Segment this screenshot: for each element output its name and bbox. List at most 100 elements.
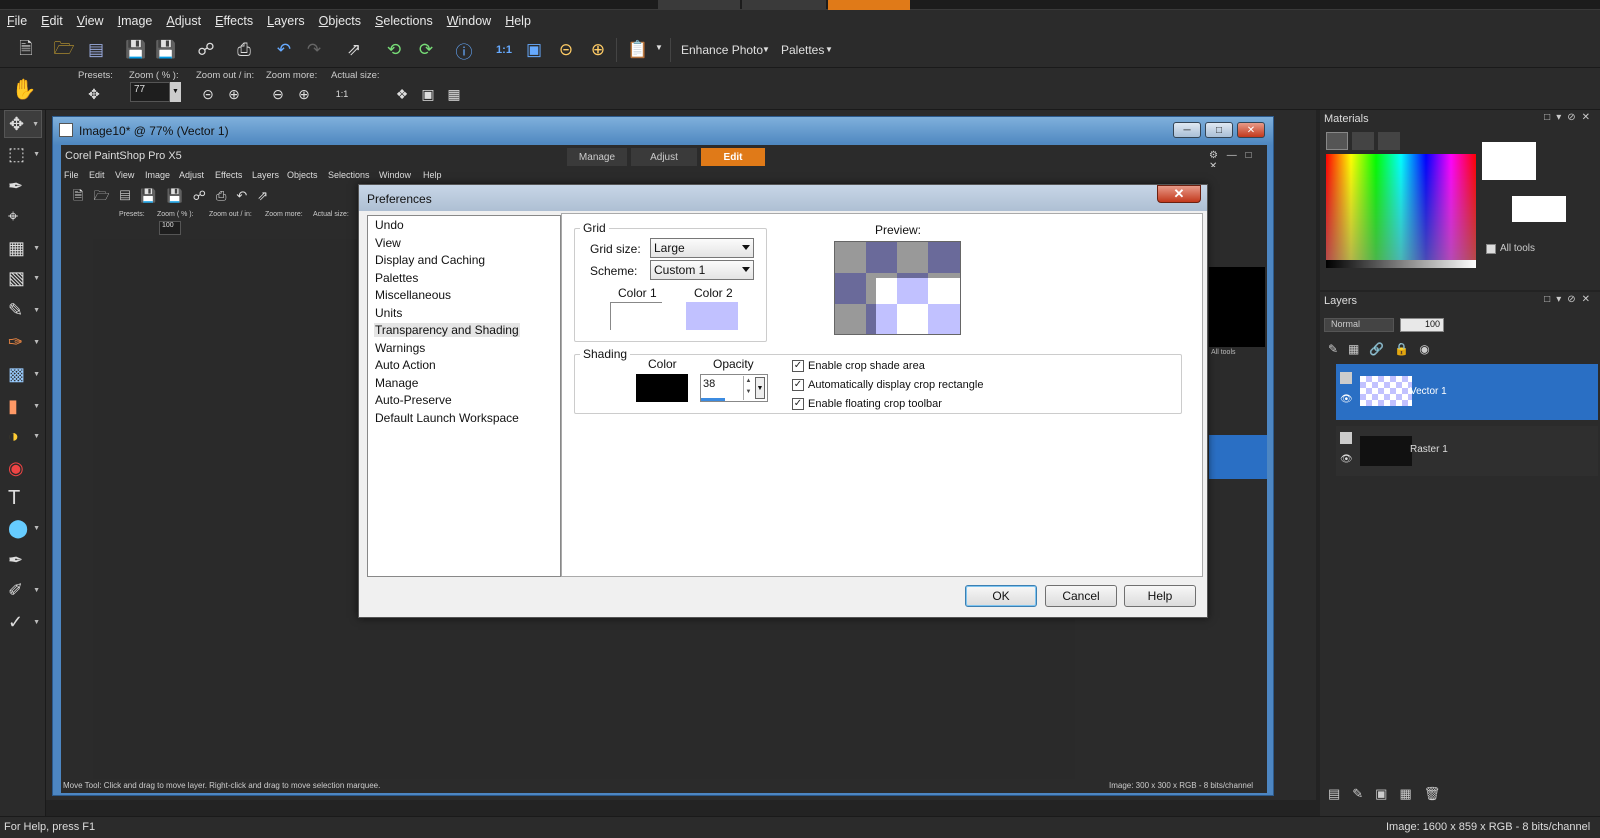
fit-all-icon[interactable]: ▦ [444,84,464,104]
shading-color-swatch[interactable] [636,374,688,402]
menu-help[interactable]: Help [498,14,538,28]
tab-adjust[interactable] [742,0,826,10]
actual-size-icon[interactable]: 1:1 [332,84,352,104]
zoom-more-out-icon[interactable]: ⊖ [268,84,288,104]
inner-tab-manage[interactable]: Manage [567,148,627,166]
color1-swatch[interactable] [610,302,662,330]
dodge-tool-icon[interactable]: ✓ ▼ [4,608,42,636]
pan-tool-icon[interactable]: ✋ [4,72,44,106]
actual-size-icon[interactable]: 1:1 [492,38,516,62]
paste-dropdown-icon[interactable]: ▼ [655,43,663,52]
brush-tool-icon[interactable]: ✐ ▼ [4,576,42,604]
inner-menu-file[interactable]: File [64,170,79,180]
zoom-out-icon[interactable]: ⊝ [198,84,218,104]
menu-image[interactable]: Image [111,14,160,28]
presets-icon[interactable]: ✥ [84,84,104,104]
inner-menu-effects[interactable]: Effects [215,170,242,180]
makeover-tool-icon[interactable]: ✑ ▼ [4,328,42,356]
save-icon[interactable]: 💾 [124,38,148,62]
category-transparency-shading[interactable]: Transparency and Shading [374,323,520,337]
layer-opacity-input[interactable]: 100 [1400,318,1444,332]
move-tool-icon[interactable]: ✥ ▼ [4,110,42,138]
zoom-dropdown[interactable]: ▼ [170,82,181,102]
menu-adjust[interactable]: Adjust [159,14,208,28]
color-spectrum[interactable] [1326,154,1476,266]
image-window-titlebar[interactable]: Image10* @ 77% (Vector 1) ─ □ ✕ [53,117,1273,145]
auto-crop-rect-checkbox[interactable]: ✓ [792,379,804,391]
tab-edit[interactable] [828,0,910,10]
inner-menu-edit[interactable]: Edit [89,170,105,180]
rainbow-tab[interactable] [1352,132,1374,150]
share-icon[interactable]: ☍ [194,38,218,62]
inner-zoom-input[interactable]: 100 [159,221,181,235]
category-manage[interactable]: Manage [374,376,419,390]
inner-menu-help[interactable]: Help [423,170,442,180]
category-view[interactable]: View [374,236,402,250]
opacity-spinner[interactable]: ▲ ▼ [743,376,753,400]
fit-icon[interactable]: ▣ [522,38,546,62]
scan-icon[interactable]: ▤ [84,38,108,62]
perspective-tool-icon[interactable]: ▧ ▼ [4,264,42,292]
inner-menu-view[interactable]: View [115,170,134,180]
layer-row[interactable]: 👁 Raster 1 [1336,426,1598,476]
resize-icon[interactable]: ⇗ [342,38,366,62]
print-icon[interactable]: ⎙ [232,38,256,62]
inner-toolbar-icons[interactable]: 🗎🗁▤💾💾☍⎙↶⇗ [73,187,278,209]
category-undo[interactable]: Undo [374,218,405,232]
category-list[interactable]: Undo View Display and Caching Palettes M… [367,215,561,577]
floating-crop-toolbar-checkbox[interactable]: ✓ [792,398,804,410]
straighten-tool-icon[interactable]: ▦ ▼ [4,234,42,262]
layer-bottom-icons[interactable]: ▤✎▣▦🗑 [1328,786,1452,802]
pen-tool-icon[interactable]: ✒ [4,546,42,574]
checkbox-row[interactable]: ✓ Enable crop shade area [792,360,1032,374]
menu-selections[interactable]: Selections [368,14,440,28]
checkbox-row[interactable]: ✓ Automatically display crop rectangle [792,379,1032,393]
enhance-photo-button[interactable]: Enhance Photo [681,43,763,57]
layer-toolbar-icons[interactable]: ✎▦🔗🔒◉ [1328,342,1440,356]
zoom-in-icon[interactable]: ⊕ [586,38,610,62]
dialog-close-button[interactable]: ✕ [1157,185,1201,203]
grid-size-select[interactable]: Large [650,238,754,258]
visibility-eye-icon[interactable]: 👁 [1340,394,1353,405]
save-as-icon[interactable]: 💾 [154,38,178,62]
selection-tool-icon[interactable]: ⬚ ▼ [4,140,42,168]
rotate-left-icon[interactable]: ⟲ [382,38,406,62]
category-units[interactable]: Units [374,306,403,320]
undo-icon[interactable]: ↶ [272,38,296,62]
crop-shade-checkbox[interactable]: ✓ [792,360,804,372]
menu-edit[interactable]: Edit [34,14,70,28]
grayscale-bar[interactable] [1326,260,1476,268]
palette-controls[interactable]: □▾⊘✕ [1544,112,1596,123]
palette-controls[interactable]: □▾⊘✕ [1544,294,1596,305]
paste-icon[interactable]: 📋 [626,38,650,62]
menu-window[interactable]: Window [440,14,498,28]
new-icon[interactable]: 🗎 [14,38,38,62]
menu-file[interactable]: File [0,14,34,28]
category-auto-action[interactable]: Auto Action [374,358,437,372]
inner-menu-layers[interactable]: Layers [252,170,279,180]
frame-tab[interactable] [1326,132,1348,150]
fit-image-icon[interactable]: ▣ [418,84,438,104]
picture-tube-icon[interactable]: ◉ [4,454,42,482]
zoom-out-icon[interactable]: ⊝ [554,38,578,62]
inner-menu-window[interactable]: Window [379,170,411,180]
checkbox-row[interactable]: ✓ Enable floating crop toolbar [792,398,1032,412]
clone-tool-icon[interactable]: ▩ ▼ [4,360,42,388]
zoom-more-in-icon[interactable]: ⊕ [294,84,314,104]
zoom-input[interactable]: 77 [130,82,170,102]
menu-objects[interactable]: Objects [312,14,368,28]
crop-tool-icon[interactable]: ⌖ [4,202,42,230]
redo-icon[interactable]: ↷ [302,38,326,62]
open-icon[interactable]: 🗁 [52,38,76,62]
inner-menu-objects[interactable]: Objects [287,170,318,180]
cancel-button[interactable]: Cancel [1045,585,1117,607]
color2-swatch[interactable] [686,302,738,330]
blend-mode-select[interactable]: Normal [1324,318,1394,332]
eraser-tool-icon[interactable]: ▮ ▼ [4,392,42,420]
inner-tab-adjust[interactable]: Adjust [631,148,697,166]
menu-view[interactable]: View [70,14,111,28]
category-miscellaneous[interactable]: Miscellaneous [374,288,452,302]
background-swatch[interactable] [1512,196,1566,222]
layer-row[interactable]: 👁 Vector 1 [1336,364,1598,420]
fit-window-icon[interactable]: ❖ [392,84,412,104]
